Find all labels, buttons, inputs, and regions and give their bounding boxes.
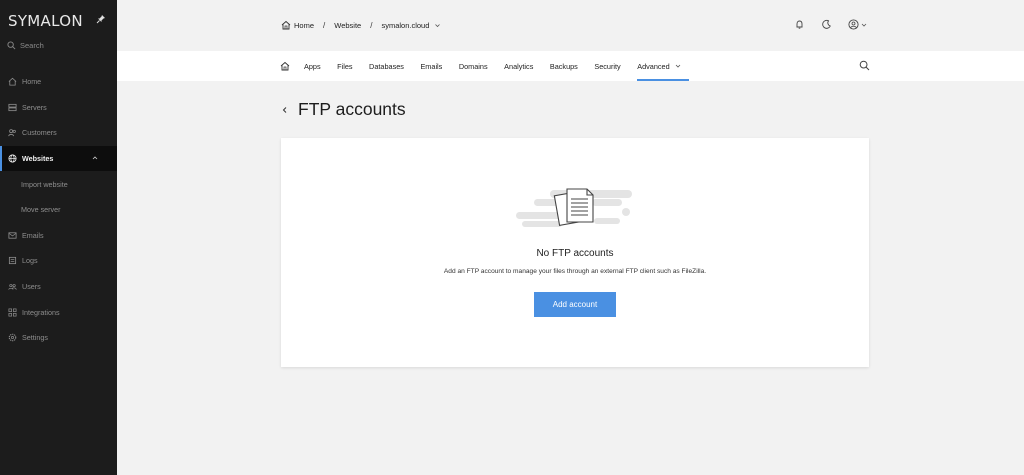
search-icon[interactable] [859,60,870,71]
documents-illustration [516,188,632,227]
empty-state-description: Add an FTP account to manage your files … [443,268,707,275]
sidebar-item-label: Servers [22,102,47,112]
chevron-down-icon [861,23,867,27]
sidebar-search[interactable]: Search [7,41,44,50]
tab-domains[interactable]: Domains [459,51,488,81]
page-title: FTP accounts [298,99,406,119]
sidebar-item-users[interactable]: Users [0,274,117,300]
integrations-icon [8,308,17,317]
sidebar-item-move-server[interactable]: Move server [0,197,117,223]
user-menu[interactable] [848,19,867,30]
tab-apps[interactable]: Apps [304,51,321,81]
sidebar-item-label: Websites [22,154,54,164]
tab-files[interactable]: Files [337,51,352,81]
top-bar: Home / Website / symalon.cloud [117,0,1024,51]
top-actions [778,19,867,30]
breadcrumb-home[interactable]: Home [294,21,314,30]
sidebar-item-websites[interactable]: Websites [0,145,117,172]
mail-icon [8,232,17,239]
back-arrow-icon[interactable] [281,106,289,114]
breadcrumb: Home / Website / symalon.cloud [281,20,444,30]
sidebar-item-label: Home [22,77,42,87]
bell-icon [796,20,803,29]
server-icon [8,103,17,111]
gear-icon [8,333,17,342]
search-icon [7,41,16,50]
tab-emails[interactable]: Emails [420,51,442,81]
sidebar-nav: Home Servers Customers Websites Import w… [0,69,117,351]
sidebar-item-integrations[interactable]: Integrations [0,299,117,325]
sidebar-item-label: Settings [22,333,48,343]
sidebar-item-label: Import website [21,179,68,189]
tabs: Apps Files Databases Emails Domains Anal… [280,51,697,81]
pin-icon[interactable] [96,14,106,24]
sidebar-item-label: Integrations [22,307,60,317]
logs-icon [8,257,17,265]
breadcrumb-website[interactable]: Website [334,21,361,30]
sidebar-item-label: Move server [21,205,61,215]
tab-databases[interactable]: Databases [369,51,404,81]
breadcrumb-separator: / [323,20,326,30]
page-header: FTP accounts [281,99,406,120]
user-avatar-icon [848,19,859,30]
moon-icon [822,19,831,29]
chevron-up-icon[interactable] [92,155,98,161]
users-icon [8,284,17,290]
sidebar-item-emails[interactable]: Emails [0,223,117,249]
search-label: Search [20,41,44,50]
chevron-down-icon [675,64,680,68]
sidebar-item-label: Logs [22,256,38,266]
breadcrumb-separator: / [370,20,373,30]
home-icon [8,78,17,86]
tab-analytics[interactable]: Analytics [504,51,533,81]
home-icon [280,61,290,71]
tab-advanced-label: Advanced [637,61,670,71]
home-icon[interactable] [281,20,291,30]
globe-icon [8,154,17,163]
dark-mode-toggle[interactable] [821,19,832,30]
breadcrumb-domain[interactable]: symalon.cloud [381,21,429,30]
tab-backups[interactable]: Backups [550,51,578,81]
empty-state-title: No FTP accounts [536,248,614,259]
sidebar-item-label: Emails [22,230,44,240]
tab-home[interactable] [280,51,290,81]
sidebar-item-label: Users [22,282,41,292]
sidebar-item-logs[interactable]: Logs [0,248,117,274]
sidebar-item-servers[interactable]: Servers [0,95,117,121]
sidebar-item-import-website[interactable]: Import website [0,171,117,197]
chevron-down-icon[interactable] [434,22,441,29]
tab-bar: Apps Files Databases Emails Domains Anal… [117,51,1024,81]
sidebar: SYMALON Search Home Servers Customers We… [0,0,117,475]
sidebar-item-home[interactable]: Home [0,69,117,95]
notifications-button[interactable] [794,19,805,30]
brand-logo[interactable]: SYMALON [8,12,83,30]
add-account-button[interactable]: Add account [534,292,616,317]
sidebar-item-label: Customers [22,128,57,138]
empty-state-card: No FTP accounts Add an FTP account to ma… [281,138,869,367]
tab-security[interactable]: Security [594,51,620,81]
tab-advanced[interactable]: Advanced [637,51,690,81]
sidebar-item-customers[interactable]: Customers [0,120,117,146]
sidebar-item-settings[interactable]: Settings [0,325,117,351]
customers-icon [8,129,16,137]
